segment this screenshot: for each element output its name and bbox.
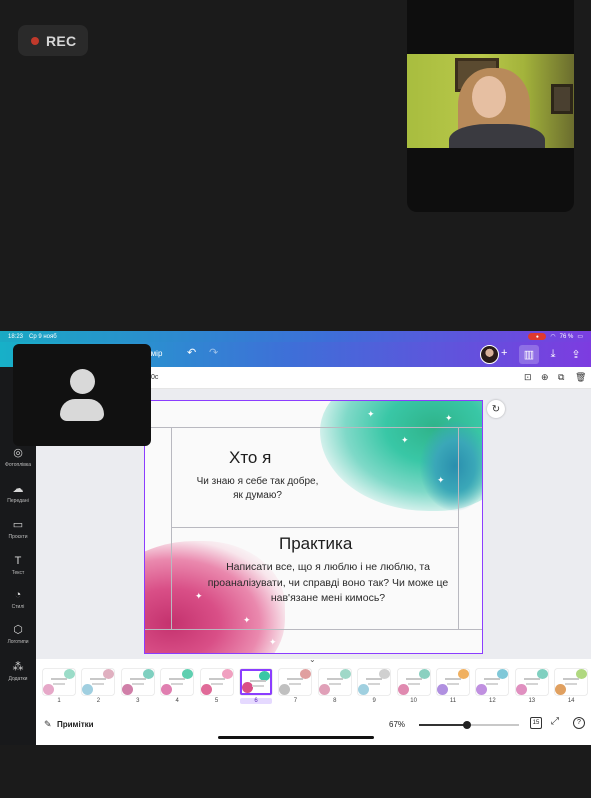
participant-video-tile[interactable]	[407, 0, 574, 212]
recording-label: REC	[46, 32, 77, 49]
page-thumbnail[interactable]	[279, 669, 312, 695]
divider	[171, 527, 459, 528]
camera-icon: ◎	[13, 447, 23, 459]
zoom-level: 67%	[389, 720, 406, 729]
chevron-down-icon[interactable]: ⌄	[309, 655, 316, 664]
download-icon[interactable]: ⤓	[543, 345, 563, 364]
sparkle-icon: ✦	[401, 435, 409, 445]
sidebar-item-apps[interactable]: ⁂ Додатки	[0, 661, 36, 682]
slide-heading[interactable]: Хто я	[229, 448, 271, 468]
page-thumbnail[interactable]	[161, 669, 194, 695]
sidebar-item-text[interactable]: T Текст	[0, 555, 36, 576]
page-thumbnail[interactable]	[318, 669, 351, 695]
ipad-status-bar: 18:23 Ср 9 нояб ● ◠ 76 % ▭	[0, 331, 591, 342]
page-thumbnail[interactable]	[200, 669, 233, 695]
cloud-upload-icon: ☁	[12, 483, 24, 495]
page-thumbnail[interactable]	[240, 669, 272, 695]
sparkle-icon: ✦	[437, 475, 445, 485]
notes-button[interactable]: Примітки	[57, 720, 94, 729]
sparkle-icon: ✦	[243, 615, 251, 625]
page-thumbnail-strip: ⌄ 1 2 3 4 5 6 7 8 9 10 11 12 13 14	[36, 655, 591, 709]
help-button[interactable]: ?	[573, 717, 585, 729]
page-title: 0с	[151, 374, 159, 381]
wall-picture-frame	[551, 84, 573, 114]
divider	[458, 427, 459, 629]
rotate-icon[interactable]: ↻	[487, 400, 505, 418]
text-icon: T	[14, 555, 22, 567]
duplicate-page-icon[interactable]: ⧉	[558, 372, 564, 383]
page-number: 3	[136, 698, 140, 704]
page-number: 4	[175, 698, 179, 704]
apps-grid-icon: ⁂	[12, 661, 24, 673]
undo-icon[interactable]: ↶	[187, 346, 196, 359]
fullscreen-icon[interactable]: ⤢	[551, 716, 559, 727]
page-thumbnail[interactable]	[397, 669, 430, 695]
page-count-button[interactable]: 15	[530, 717, 542, 729]
page-number: 11	[449, 698, 457, 704]
share-icon[interactable]: ⇪	[566, 345, 586, 364]
person-icon	[70, 369, 95, 394]
add-page-icon[interactable]: ⊕	[541, 372, 549, 383]
sidebar-item-uploads[interactable]: ☁ Передані	[0, 483, 36, 504]
page-thumbnail[interactable]	[476, 669, 509, 695]
page-number: 7	[293, 698, 298, 704]
zoom-slider[interactable]	[419, 721, 519, 729]
current-slide[interactable]: ✦ ✦ ✦ ✦ ✦ ✦ ✦ Хто я Чи знаю я себе так д…	[144, 400, 483, 654]
sparkle-icon: ✦	[445, 413, 453, 423]
divider	[145, 629, 482, 630]
divider	[171, 427, 172, 629]
slide-heading[interactable]: Практика	[279, 534, 352, 554]
divider	[145, 427, 482, 428]
status-time: 18:23	[8, 333, 24, 340]
record-dot-icon	[31, 36, 39, 45]
page-number: 13	[528, 698, 536, 704]
page-number: 10	[410, 698, 417, 704]
screen-record-icon: ●	[528, 333, 547, 340]
sidebar-item-logos[interactable]: ⬡ Логотипи	[0, 624, 36, 645]
user-avatar[interactable]	[480, 345, 499, 364]
editor-footer: ✎ Примітки 67% 15 ⤢ ?	[36, 709, 591, 745]
lock-page-icon[interactable]: ⊡	[524, 372, 532, 383]
zoom-slider-handle[interactable]	[463, 721, 471, 729]
page-thumbnail[interactable]	[43, 669, 75, 695]
logo-icon: ⬡	[13, 624, 23, 636]
participant-camera-off-tile[interactable]	[13, 344, 151, 446]
page-thumbnail[interactable]	[515, 669, 548, 695]
redo-icon[interactable]: ↷	[209, 346, 218, 359]
sparkle-icon: ✦	[269, 637, 277, 647]
page-number: 5	[214, 698, 219, 704]
page-number: 2	[96, 698, 101, 704]
page-thumbnail[interactable]	[358, 669, 391, 695]
folder-icon: ▭	[12, 519, 24, 531]
notes-icon[interactable]: ✎	[44, 719, 52, 730]
watercolor-blue	[420, 421, 482, 511]
home-indicator[interactable]	[218, 736, 374, 739]
battery-icon: ▭	[577, 334, 583, 340]
page-thumbnail[interactable]	[121, 669, 154, 695]
sidebar-item-styles[interactable]: ◔ Стилі	[0, 589, 36, 610]
slide-text[interactable]: Чи знаю я себе так добре, як думаю?	[195, 475, 320, 503]
page-thumbnail[interactable]	[82, 669, 115, 695]
battery-percent: 76 %	[559, 333, 574, 340]
delete-page-icon[interactable]: 🗑	[575, 372, 586, 383]
page-number: 12	[489, 698, 496, 704]
sidebar-item-projects[interactable]: ▭ Проєкти	[0, 519, 36, 540]
sparkle-icon: ✦	[367, 409, 375, 419]
palette-icon: ◔	[14, 589, 22, 601]
status-date: Ср 9 нояб	[29, 333, 57, 340]
page-thumbnail[interactable]	[555, 669, 588, 695]
analytics-icon[interactable]: ▥	[519, 345, 539, 364]
participant-video-feed	[407, 54, 574, 148]
add-collaborator-icon[interactable]: +	[501, 347, 507, 359]
page-thumbnail[interactable]	[437, 669, 469, 695]
page-number: 1	[57, 698, 61, 704]
sidebar-item-camera-roll[interactable]: ◎ Фотоплівка	[0, 447, 36, 468]
slide-text[interactable]: Написати все, що я люблю і не люблю, та …	[198, 560, 458, 607]
wifi-icon: ◠	[550, 334, 556, 340]
page-number: 8	[333, 698, 337, 704]
recording-indicator: REC	[18, 25, 88, 56]
page-number: 6	[240, 698, 272, 704]
page-number: 14	[567, 698, 575, 704]
page-number: 9	[372, 698, 376, 704]
